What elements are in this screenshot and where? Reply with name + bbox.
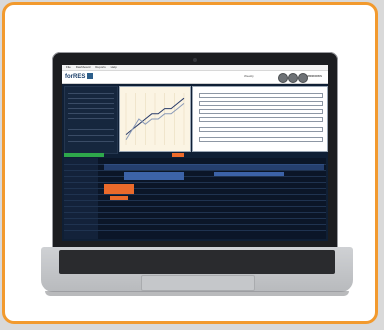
menu-item-reports[interactable]: Reports: [95, 65, 106, 69]
app-header: forRES Weekly WINDOWS: [62, 71, 328, 84]
panel-row: [68, 113, 114, 114]
panel-row: [68, 108, 114, 109]
panel-row: [68, 141, 114, 142]
left-panel: [64, 86, 118, 154]
grid-row: [64, 194, 326, 195]
camera-icon: [193, 58, 197, 62]
grid-header-band: [104, 164, 324, 170]
keyboard: [59, 250, 335, 274]
laptop-base: [41, 247, 353, 292]
laptop-screen: File Dashboard Reports Help forRES Weekl…: [62, 65, 328, 241]
grid-row: [64, 176, 326, 177]
line-chart: [119, 86, 191, 152]
app-logo: forRES: [65, 73, 94, 81]
form-field[interactable]: [199, 137, 323, 142]
form-field[interactable]: [199, 117, 323, 122]
app-workspace: [62, 84, 328, 241]
chart-svg: [125, 93, 185, 145]
grid-row: [64, 218, 326, 219]
form-field[interactable]: [199, 127, 323, 132]
grid-highlight-orange: [104, 184, 134, 194]
laptop-shadow: [45, 291, 349, 296]
grid-row: [64, 230, 326, 231]
alert-flag: [172, 153, 184, 157]
data-grid: [64, 158, 326, 239]
panel-row: [68, 103, 114, 104]
form-field[interactable]: [199, 101, 323, 106]
grid-row: [64, 200, 326, 201]
grid-row: [64, 212, 326, 213]
panel-row: [68, 118, 114, 119]
grid-row: [64, 182, 326, 183]
grid-highlight-orange: [110, 196, 128, 200]
grid-row: [64, 206, 326, 207]
menu-item-help[interactable]: Help: [111, 65, 117, 69]
header-user: WINDOWS: [306, 74, 322, 78]
laptop-lid: File Dashboard Reports Help forRES Weekl…: [52, 52, 338, 249]
menu-item-dashboard[interactable]: Dashboard: [76, 65, 91, 69]
grid-highlight-blue: [124, 172, 184, 180]
nav-home-icon[interactable]: [288, 73, 298, 83]
logo-box-icon: [87, 73, 94, 80]
grid-row: [64, 224, 326, 225]
grid-row: [64, 170, 326, 171]
details-form: [192, 86, 328, 152]
grid-highlight-blue: [214, 172, 284, 176]
nav-back-icon[interactable]: [278, 73, 288, 83]
panel-row: [68, 129, 114, 130]
header-period: Weekly: [244, 74, 254, 78]
trackpad: [141, 275, 255, 291]
panel-row: [68, 98, 114, 99]
status-bar-green: [64, 153, 104, 157]
product-card: File Dashboard Reports Help forRES Weekl…: [2, 2, 378, 324]
form-field[interactable]: [199, 93, 323, 98]
form-field[interactable]: [199, 109, 323, 114]
menu-item-file[interactable]: File: [66, 65, 71, 69]
panel-row: [68, 93, 114, 94]
panel-row: [68, 135, 114, 136]
